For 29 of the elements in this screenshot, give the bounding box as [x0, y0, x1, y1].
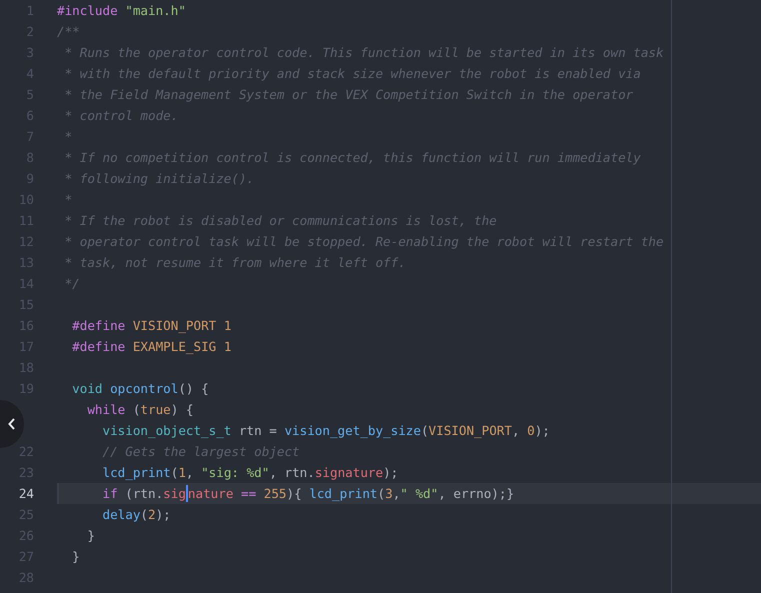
code-line: } — [71, 548, 80, 566]
code-line: #include "main.h" — [57, 2, 186, 20]
code-line: * — [64, 128, 72, 146]
code-line: if (rtn.sig — [101, 485, 186, 503]
code-line: delay(2); — [101, 506, 171, 524]
code-line: */ — [64, 275, 80, 293]
code-line: #define EXAMPLE_SIG 1 — [71, 338, 232, 356]
chevron-left-icon — [8, 418, 16, 430]
code-line: #define VISION_PORT 1 — [71, 317, 232, 335]
code-line: * — [64, 191, 72, 209]
code-line: * Runs the operator control code. This function will be started in its own task — [64, 44, 664, 62]
code-line: * control mode. — [64, 107, 178, 125]
code-line: * task, not resume it from where it left off. — [64, 254, 406, 272]
code-line: nature == 255){ lcd_print(3," %d", errno);} — [188, 485, 514, 503]
code-line: vision_object_s_t rtn = vision_get_by_size(VISION_PORT, 0); — [101, 422, 550, 440]
code-line: // Gets the largest object — [101, 443, 300, 461]
code-line: void opcontrol() { — [71, 380, 209, 398]
line-number: 24 — [18, 485, 35, 503]
code-line: /** — [57, 23, 80, 41]
code-line: * operator control task will be stopped. Re-enabling the robot will restart the — [64, 233, 664, 251]
code-line: * the Field Management System or the VEX Competition Switch in the operator — [64, 86, 634, 104]
code-line: * If the robot is disabled or communications is lost, the — [64, 212, 497, 230]
code-line: } — [86, 527, 95, 545]
code-line: * following initialize(). — [64, 170, 254, 188]
code-line: lcd_print(1, "sig: %d", rtn.signature); — [101, 464, 398, 482]
code-line: while (true) { — [86, 401, 194, 419]
code-line: * If no competition control is connected, this function will run immediately — [64, 149, 641, 167]
text-cursor — [186, 485, 188, 502]
code-line: * with the default priority and stack size whenever the robot is enabled via — [64, 65, 641, 83]
